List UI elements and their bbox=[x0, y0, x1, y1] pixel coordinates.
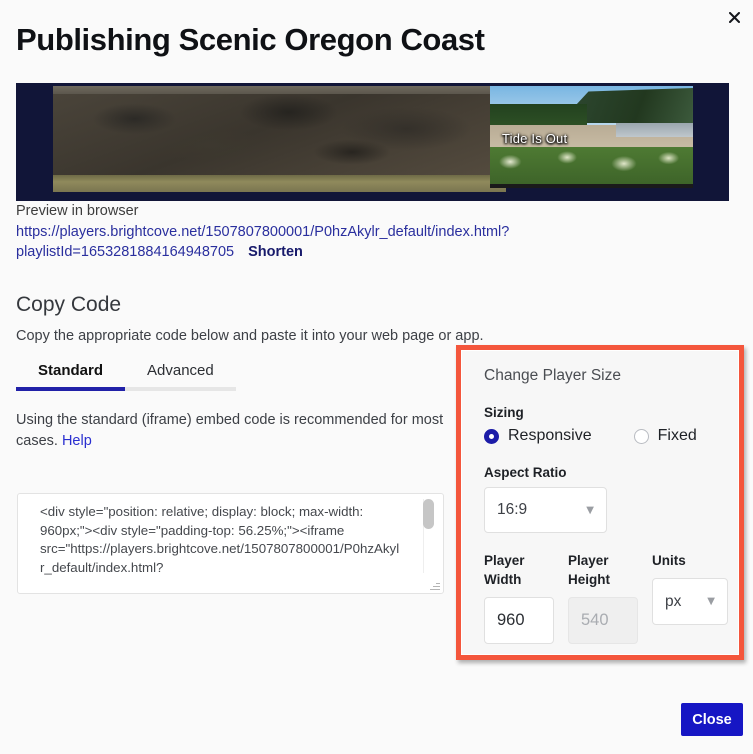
sizing-radio-group: Responsive Fixed bbox=[484, 427, 720, 445]
radio-responsive[interactable]: Responsive bbox=[484, 427, 592, 445]
embed-code-text[interactable]: <div style="position: relative; display:… bbox=[40, 503, 400, 587]
radio-fixed-dot bbox=[633, 428, 649, 444]
sizing-label: Sizing bbox=[484, 405, 524, 420]
radio-responsive-dot bbox=[484, 428, 499, 444]
video-main-frame bbox=[53, 86, 506, 192]
units-select[interactable]: px ▼ bbox=[652, 578, 728, 625]
panel-title: Change Player Size bbox=[484, 367, 621, 384]
shorten-link[interactable]: Shorten bbox=[248, 244, 303, 260]
preview-in-browser-label: Preview in browser bbox=[16, 203, 139, 219]
close-icon[interactable] bbox=[723, 6, 745, 28]
player-height-input: 540 bbox=[568, 597, 638, 644]
chevron-down-icon: ▼ bbox=[707, 596, 715, 607]
embed-code-field[interactable]: <div style="position: relative; display:… bbox=[17, 493, 444, 594]
units-value: px bbox=[665, 592, 682, 610]
aspect-ratio-label: Aspect Ratio bbox=[484, 465, 567, 480]
player-preview[interactable]: Tide Is Out bbox=[16, 83, 729, 201]
radio-fixed-label: Fixed bbox=[657, 427, 697, 444]
aspect-ratio-value: 16:9 bbox=[497, 501, 528, 518]
page-title: Publishing Scenic Oregon Coast bbox=[16, 22, 485, 57]
aspect-ratio-select[interactable]: 16:9 ▼ bbox=[484, 487, 607, 533]
help-link[interactable]: Help bbox=[62, 433, 92, 449]
size-fields-row: Player Width 960 Player Height 540 Units… bbox=[484, 551, 728, 644]
preview-url-line1[interactable]: https://players.brightcove.net/150780780… bbox=[16, 224, 509, 240]
copy-code-tabs: Standard Advanced bbox=[16, 362, 236, 391]
radio-responsive-label: Responsive bbox=[508, 427, 592, 444]
player-width-input[interactable]: 960 bbox=[484, 597, 554, 644]
copy-code-heading: Copy Code bbox=[16, 293, 122, 316]
player-height-label: Player Height bbox=[568, 553, 610, 587]
publish-dialog: Publishing Scenic Oregon Coast Tide Is O… bbox=[0, 0, 753, 754]
tab-advanced[interactable]: Advanced bbox=[125, 362, 236, 391]
resize-handle-icon[interactable] bbox=[429, 580, 440, 591]
radio-fixed[interactable]: Fixed bbox=[633, 427, 697, 445]
video-thumbnail[interactable]: Tide Is Out bbox=[490, 86, 693, 188]
tab-description: Using the standard (iframe) embed code i… bbox=[16, 410, 448, 452]
code-scrollbar-thumb[interactable] bbox=[423, 499, 434, 529]
preview-url-link[interactable]: https://players.brightcove.net/150780780… bbox=[16, 222, 556, 262]
copy-code-subheading: Copy the appropriate code below and past… bbox=[16, 328, 484, 344]
preview-url-line2[interactable]: playlistId=1653281884164948705 bbox=[16, 244, 234, 260]
units-label: Units bbox=[652, 553, 686, 568]
tab-standard[interactable]: Standard bbox=[16, 362, 126, 391]
close-button[interactable]: Close bbox=[681, 703, 743, 736]
player-width-label: Player Width bbox=[484, 553, 525, 587]
thumbnail-bottom-bar bbox=[490, 184, 693, 188]
video-caption: Tide Is Out bbox=[502, 131, 568, 146]
chevron-down-icon: ▼ bbox=[586, 504, 594, 516]
change-player-size-panel: Change Player Size Sizing Responsive Fix… bbox=[456, 345, 744, 660]
